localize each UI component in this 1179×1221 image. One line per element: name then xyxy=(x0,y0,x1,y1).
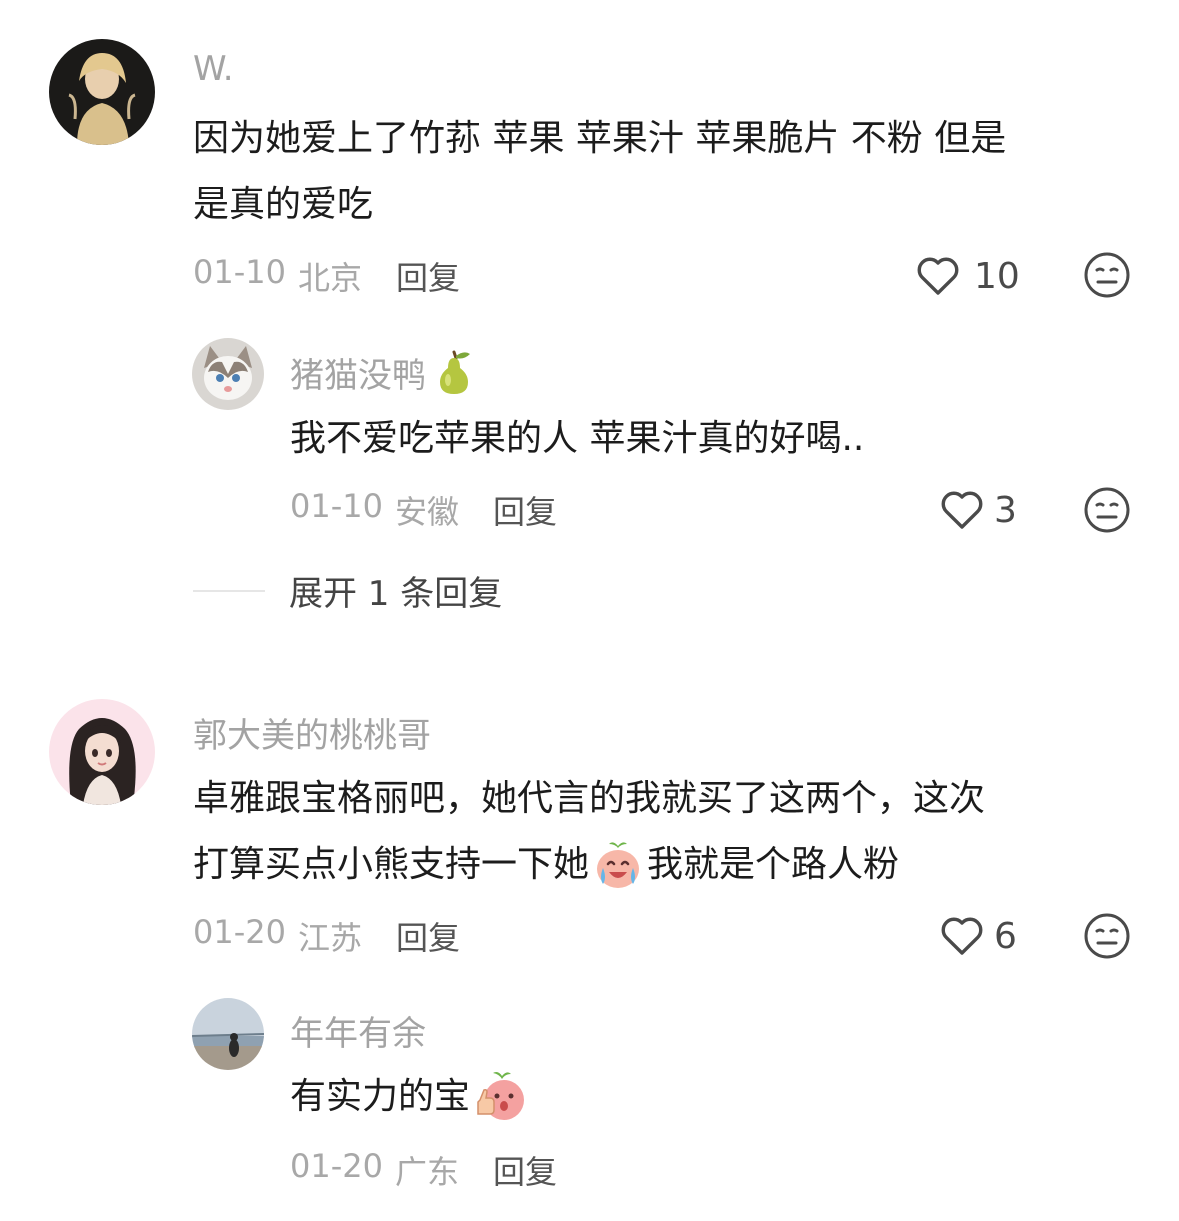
reply-button[interactable]: 回复 xyxy=(396,253,460,299)
comment-meta: 01-10 北京 回复 xyxy=(193,253,460,299)
comment-text-line: 因为她爱上了竹荪 苹果 苹果汁 苹果脆片 不粉 但是 xyxy=(193,118,1007,159)
comment-location: 北京 xyxy=(297,259,362,297)
heart-icon xyxy=(938,486,986,534)
like-count: 10 xyxy=(974,255,1020,297)
reply-username[interactable]: 年年有余 xyxy=(290,1006,426,1055)
like-count: 3 xyxy=(994,489,1017,531)
reply-location: 安徽 xyxy=(394,493,459,531)
meh-face-icon xyxy=(1083,912,1131,960)
comment-text-line: 是真的爱吃 xyxy=(193,184,374,225)
reply-text-row: 有实力的宝 xyxy=(290,1064,530,1130)
like-button[interactable]: 10 xyxy=(914,252,1020,300)
avatar[interactable] xyxy=(49,699,155,805)
reply-button[interactable]: 回复 xyxy=(493,487,557,533)
dislike-button[interactable] xyxy=(1083,912,1131,964)
avatar[interactable] xyxy=(49,39,155,145)
avatar[interactable] xyxy=(192,998,264,1070)
avatar[interactable] xyxy=(192,338,264,410)
reply-text: 有实力的宝 xyxy=(290,1076,471,1117)
reply-username[interactable]: 猪猫没鸭 xyxy=(290,348,426,397)
expand-replies-label: 展开 1 条回复 xyxy=(289,574,503,614)
reply-button[interactable]: 回复 xyxy=(493,1147,557,1193)
reply-username-row: 猪猫没鸭 xyxy=(290,346,480,398)
reply-text: 我不爱吃苹果的人 苹果汁真的好喝.. xyxy=(290,418,865,459)
comment-text-line: 卓雅跟宝格丽吧，她代言的我就买了这两个，这次 xyxy=(193,778,986,819)
pear-icon xyxy=(440,350,470,394)
comment-location: 江苏 xyxy=(297,919,362,957)
comment-meta: 01-20 江苏 回复 xyxy=(193,913,460,959)
like-button[interactable]: 6 xyxy=(938,912,1017,960)
comment-text-line: 打算买点小熊支持一下她 xyxy=(193,844,590,885)
reply-date: 01-20 xyxy=(290,1147,383,1185)
heart-icon xyxy=(914,252,962,300)
reply-button[interactable]: 回复 xyxy=(396,913,460,959)
like-button[interactable]: 3 xyxy=(938,486,1017,534)
reply-meta: 01-20 广东 回复 xyxy=(290,1147,557,1193)
comment-username[interactable]: W. xyxy=(193,49,234,89)
meh-face-icon xyxy=(1083,486,1131,534)
expand-divider xyxy=(193,589,265,592)
thumbs-up-peach-icon xyxy=(477,1072,525,1120)
meh-face-icon xyxy=(1083,251,1131,299)
comment-username[interactable]: 郭大美的桃桃哥 xyxy=(193,708,431,757)
reply-meta: 01-10 安徽 回复 xyxy=(290,487,557,533)
comment-date: 01-20 xyxy=(193,913,286,951)
comment-text-line-row: 打算买点小熊支持一下她 我就是个路人粉 xyxy=(193,832,899,898)
dislike-button[interactable] xyxy=(1083,486,1131,538)
dislike-button[interactable] xyxy=(1083,251,1131,303)
comment-date: 01-10 xyxy=(193,253,286,291)
expand-replies-button[interactable]: 展开 1 条回复 xyxy=(193,566,502,615)
like-count: 6 xyxy=(994,915,1017,957)
reply-date: 01-10 xyxy=(290,487,383,525)
comment-text-line: 我就是个路人粉 xyxy=(647,844,900,885)
crying-laughing-peach-icon xyxy=(597,842,640,888)
heart-icon xyxy=(938,912,986,960)
reply-location: 广东 xyxy=(394,1153,459,1191)
